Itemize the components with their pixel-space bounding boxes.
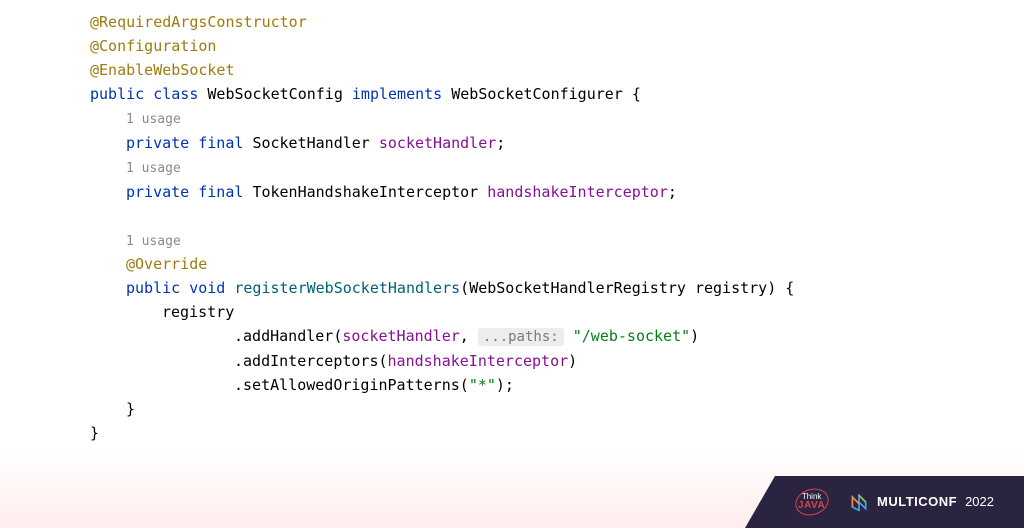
- usage-hint: 1 usage: [126, 234, 181, 249]
- annotation-configuration: @Configuration: [90, 37, 216, 55]
- multiconf-logo: MULTICONF 2022: [849, 492, 994, 513]
- kw-class: class: [153, 85, 198, 103]
- field-interceptor: handshakeInterceptor: [487, 183, 668, 201]
- kw-final: final: [198, 183, 243, 201]
- kw-public: public: [126, 279, 180, 297]
- paren-close-brace: ) {: [767, 279, 794, 297]
- call-addinterceptors: addInterceptors: [243, 352, 378, 370]
- param-type: WebSocketHandlerRegistry: [469, 279, 686, 297]
- paren-open: (: [379, 352, 388, 370]
- inlay-hint-paths: ...paths:: [478, 328, 564, 346]
- thinkjava-logo: Think JAVA: [795, 489, 829, 515]
- kw-final: final: [198, 134, 243, 152]
- kw-implements: implements: [352, 85, 442, 103]
- class-name: WebSocketConfig: [207, 85, 342, 103]
- kw-private: private: [126, 134, 189, 152]
- kw-private: private: [126, 183, 189, 201]
- paren-close: ): [690, 327, 699, 345]
- annotation-override: @Override: [126, 255, 207, 273]
- semicolon: ;: [496, 134, 505, 152]
- paren-open: (: [460, 279, 469, 297]
- arg-sockethandler: socketHandler: [342, 327, 459, 345]
- paren-close-semi: );: [496, 376, 514, 394]
- usage-hint: 1 usage: [126, 112, 181, 127]
- kw-void: void: [189, 279, 225, 297]
- type-sockethandler: SocketHandler: [252, 134, 369, 152]
- multiconf-icon: [849, 492, 869, 512]
- method-name: registerWebSocketHandlers: [234, 279, 460, 297]
- kw-public: public: [90, 85, 144, 103]
- code-block: @RequiredArgsConstructor @Configuration …: [0, 0, 1024, 445]
- registry-ref: registry: [162, 303, 234, 321]
- brace-close: }: [126, 400, 135, 418]
- call-setallowed: setAllowedOriginPatterns: [243, 376, 460, 394]
- string-star: "*": [469, 376, 496, 394]
- usage-hint: 1 usage: [126, 161, 181, 176]
- param-name: registry: [695, 279, 767, 297]
- java-text: JAVA: [798, 501, 825, 511]
- paren-close: ): [568, 352, 577, 370]
- string-websocket: "/web-socket": [573, 327, 690, 345]
- dot: .: [234, 376, 243, 394]
- annotation-enablewebsocket: @EnableWebSocket: [90, 61, 235, 79]
- type-tokeninterceptor: TokenHandshakeInterceptor: [252, 183, 478, 201]
- interface-name: WebSocketConfigurer: [451, 85, 623, 103]
- brace-open: {: [623, 85, 641, 103]
- annotation-required: @RequiredArgsConstructor: [90, 13, 307, 31]
- brace-close: }: [90, 424, 99, 442]
- field-sockethandler: socketHandler: [379, 134, 496, 152]
- call-addhandler: addHandler: [243, 327, 333, 345]
- multiconf-year: 2022: [965, 492, 994, 513]
- footer-badge: Think JAVA MULTICONF 2022: [745, 476, 1024, 528]
- semicolon: ;: [668, 183, 677, 201]
- dot: .: [234, 327, 243, 345]
- dot: .: [234, 352, 243, 370]
- comma: ,: [460, 327, 478, 345]
- paren-open: (: [460, 376, 469, 394]
- multiconf-text: MULTICONF: [877, 492, 957, 513]
- arg-interceptor: handshakeInterceptor: [388, 352, 569, 370]
